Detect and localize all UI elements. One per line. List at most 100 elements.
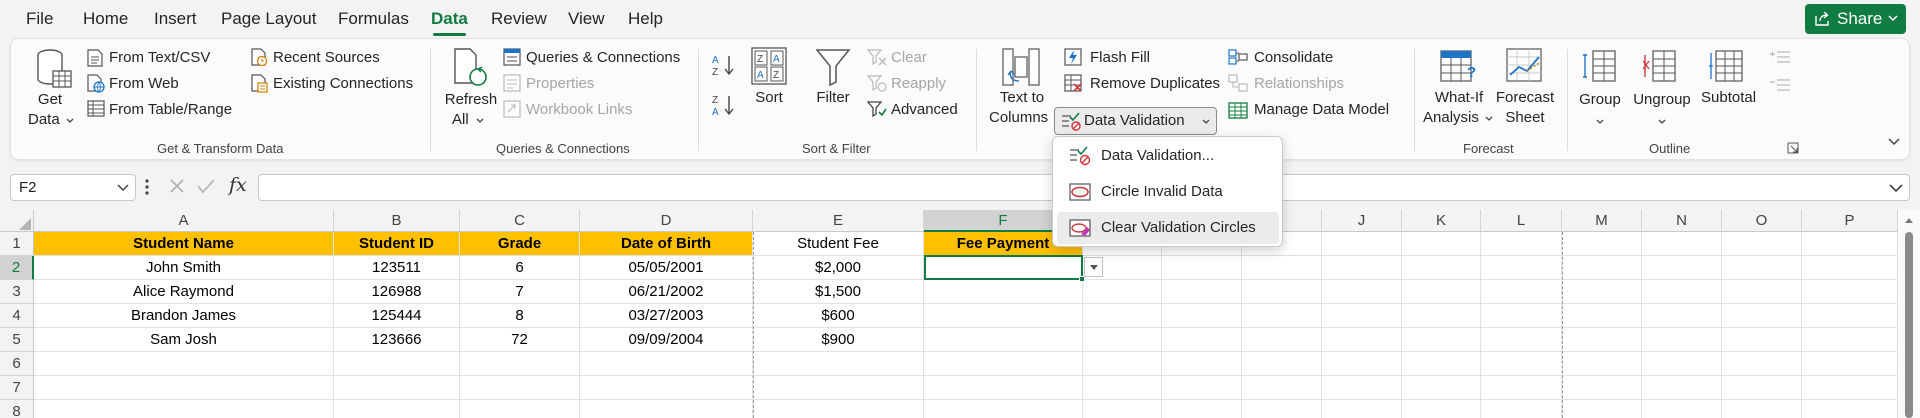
name-box[interactable]: F2 [10,174,136,201]
cell-c4[interactable]: 8 [460,304,580,328]
cell-c7[interactable] [460,376,580,400]
row-header-2[interactable]: 2 [0,256,34,280]
cell-g4[interactable] [1083,304,1162,328]
cell-a8[interactable] [34,400,334,418]
cell-i5[interactable] [1242,328,1322,352]
vertical-scrollbar[interactable] [1898,210,1920,418]
cell-l1[interactable] [1481,232,1562,256]
dialog-launcher-icon[interactable] [1787,142,1799,154]
cell-m8[interactable] [1562,400,1642,418]
cell-d2[interactable]: 05/05/2001 [580,256,753,280]
cell-l7[interactable] [1481,376,1562,400]
cell-l2[interactable] [1481,256,1562,280]
cell-h6[interactable] [1162,352,1242,376]
row-header-4[interactable]: 4 [0,304,34,328]
cell-b8[interactable] [334,400,460,418]
cell-g3[interactable] [1083,280,1162,304]
cell-j2[interactable] [1322,256,1402,280]
cell-g7[interactable] [1083,376,1162,400]
cell-m6[interactable] [1562,352,1642,376]
cell-k3[interactable] [1402,280,1481,304]
cell-i2[interactable] [1242,256,1322,280]
cell-p6[interactable] [1802,352,1898,376]
column-header-a[interactable]: A [34,210,334,232]
cell-g5[interactable] [1083,328,1162,352]
expand-formula-bar-icon[interactable] [1889,184,1903,193]
cell-e8[interactable] [753,400,924,418]
cell-a6[interactable] [34,352,334,376]
cell-a7[interactable] [34,376,334,400]
cell-o8[interactable] [1722,400,1802,418]
tab-formulas[interactable]: Formulas [338,9,409,29]
cell-l5[interactable] [1481,328,1562,352]
cell-f7[interactable] [924,376,1083,400]
menu-item-clear-validation-circles[interactable]: Clear Validation Circles [1057,212,1279,244]
cell-k2[interactable] [1402,256,1481,280]
cell-d1[interactable]: Date of Birth [580,232,753,256]
cell-f5[interactable] [924,328,1083,352]
cell-l6[interactable] [1481,352,1562,376]
cell-d7[interactable] [580,376,753,400]
data-validation-button[interactable]: Data Validation [1054,107,1217,135]
cell-g6[interactable] [1083,352,1162,376]
column-header-n[interactable]: N [1642,210,1722,232]
select-all-corner[interactable] [0,210,34,232]
cell-k4[interactable] [1402,304,1481,328]
cell-a1[interactable]: Student Name [34,232,334,256]
cell-m3[interactable] [1562,280,1642,304]
cell-m2[interactable] [1562,256,1642,280]
row-header-7[interactable]: 7 [0,376,34,400]
cell-o2[interactable] [1722,256,1802,280]
cell-f8[interactable] [924,400,1083,418]
cell-n4[interactable] [1642,304,1722,328]
cell-p2[interactable] [1802,256,1898,280]
cell-k1[interactable] [1402,232,1481,256]
menu-item-circle-invalid-data[interactable]: Circle Invalid Data [1057,176,1279,208]
cell-o1[interactable] [1722,232,1802,256]
column-header-b[interactable]: B [334,210,460,232]
cell-dropdown-button[interactable] [1084,257,1103,277]
cell-o7[interactable] [1722,376,1802,400]
cell-k8[interactable] [1402,400,1481,418]
cell-l8[interactable] [1481,400,1562,418]
cell-i4[interactable] [1242,304,1322,328]
cell-d4[interactable]: 03/27/2003 [580,304,753,328]
cell-c8[interactable] [460,400,580,418]
scroll-up-icon[interactable] [1904,216,1914,224]
cell-n5[interactable] [1642,328,1722,352]
cell-f6[interactable] [924,352,1083,376]
cell-a4[interactable]: Brandon James [34,304,334,328]
cell-c2[interactable]: 6 [460,256,580,280]
cell-d6[interactable] [580,352,753,376]
cell-n7[interactable] [1642,376,1722,400]
cancel-formula-icon[interactable] [169,178,185,194]
tab-page-layout[interactable]: Page Layout [221,9,316,29]
cell-c6[interactable] [460,352,580,376]
cell-o5[interactable] [1722,328,1802,352]
cell-j7[interactable] [1322,376,1402,400]
cell-n1[interactable] [1642,232,1722,256]
cell-p8[interactable] [1802,400,1898,418]
cell-j8[interactable] [1322,400,1402,418]
cell-h5[interactable] [1162,328,1242,352]
cell-o3[interactable] [1722,280,1802,304]
cell-e4[interactable]: $600 [753,304,924,328]
confirm-formula-icon[interactable] [197,178,215,194]
cell-b3[interactable]: 126988 [334,280,460,304]
tab-data[interactable]: Data [431,9,468,29]
tab-help[interactable]: Help [628,9,663,29]
cell-k7[interactable] [1402,376,1481,400]
cell-k5[interactable] [1402,328,1481,352]
cell-p4[interactable] [1802,304,1898,328]
cell-c1[interactable]: Grade [460,232,580,256]
cell-h7[interactable] [1162,376,1242,400]
cell-e6[interactable] [753,352,924,376]
column-header-j[interactable]: J [1322,210,1402,232]
cell-i7[interactable] [1242,376,1322,400]
cell-m7[interactable] [1562,376,1642,400]
cell-j1[interactable] [1322,232,1402,256]
cell-m4[interactable] [1562,304,1642,328]
cell-m5[interactable] [1562,328,1642,352]
cell-n2[interactable] [1642,256,1722,280]
cell-n8[interactable] [1642,400,1722,418]
